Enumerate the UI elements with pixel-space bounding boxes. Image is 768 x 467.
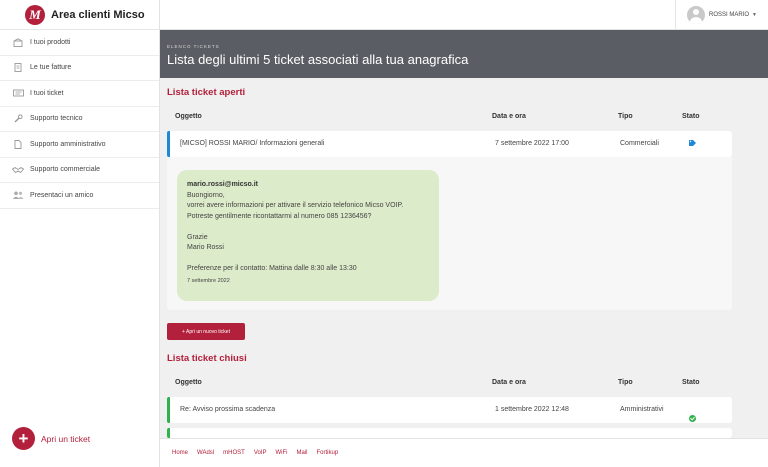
column-header: Stato <box>682 113 700 120</box>
sidebar-item-supporto-amministrativo[interactable]: Supporto amministrativo <box>0 132 159 158</box>
ticket-datetime: 1 settembre 2022 12:48 <box>495 406 569 413</box>
footer-link-wadsl[interactable]: WAdsl <box>197 450 214 456</box>
footer-link-voip[interactable]: VoIP <box>254 450 267 456</box>
footer: Home WAdsl mHOST VoIP WiFi Mail Fortikup <box>160 438 768 467</box>
open-ticket-label: Apri un ticket <box>41 433 91 444</box>
status-bar <box>167 428 170 438</box>
micso-logo-icon: M <box>25 4 45 25</box>
sidebar-item-label: Presentaci un amico <box>30 191 94 199</box>
wrench-icon <box>12 114 24 123</box>
message-sender: mario.rossi@micso.it <box>187 181 259 188</box>
column-header: Oggetto <box>175 113 202 120</box>
ticket-subject: [MICSO] ROSSI MARIO/ Informazioni genera… <box>180 140 325 147</box>
open-tickets-title: Lista ticket aperti <box>167 87 246 98</box>
avatar <box>687 6 705 24</box>
column-header: Tipo <box>618 379 633 386</box>
status-bar <box>167 397 170 423</box>
tag-icon <box>689 140 696 148</box>
brand[interactable]: M Area clienti Micso <box>0 0 159 30</box>
sidebar-item-ticket[interactable]: I tuoi ticket <box>0 81 159 107</box>
ticket-thread: mario.rossi@micso.it Buongiorno, vorrei … <box>167 157 732 310</box>
table-row[interactable]: [MICSO] ROSSI MARIO/ Informazioni genera… <box>167 131 732 157</box>
sidebar: M Area clienti Micso I tuoi prodotti Le … <box>0 0 160 467</box>
column-header: Data e ora <box>492 379 526 386</box>
sidebar-item-fatture[interactable]: Le tue fatture <box>0 56 159 81</box>
message-line: Buongiorno, <box>187 191 225 199</box>
handshake-icon <box>12 165 24 174</box>
footer-link-wifi[interactable]: WiFi <box>276 450 288 456</box>
open-tickets-header: Oggetto Data e ora Tipo Stato <box>167 107 732 127</box>
sidebar-item-label: I tuoi prodotti <box>30 38 71 46</box>
footer-link-home[interactable]: Home <box>172 450 188 456</box>
sidebar-item-presentaci[interactable]: Presentaci un amico <box>0 183 159 209</box>
main-content: Lista ticket aperti Oggetto Data e ora T… <box>160 78 768 438</box>
file-icon <box>12 139 24 149</box>
box-icon <box>12 38 24 47</box>
user-menu[interactable]: ROSSI MARIO ▼ <box>675 0 768 30</box>
caret-down-icon: ▼ <box>752 12 757 18</box>
closed-tickets-header: Oggetto Data e ora Tipo Stato <box>167 373 732 393</box>
column-header: Tipo <box>618 113 633 120</box>
column-header: Oggetto <box>175 379 202 386</box>
ticket-subject: Re: Avviso prossima scadenza <box>180 406 276 413</box>
sidebar-item-supporto-commerciale[interactable]: Supporto commerciale <box>0 158 159 183</box>
message-date: 7 settembre 2022 <box>187 277 230 284</box>
status-bar <box>167 131 170 157</box>
message-preference: Preferenze per il contatto: Mattina dall… <box>187 265 357 272</box>
sidebar-item-label: Supporto commerciale <box>30 166 101 174</box>
page-subtitle: ELENCO TICKETS <box>167 44 220 49</box>
table-row[interactable]: Re: Avviso prossima scadenza 1 settembre… <box>167 397 732 423</box>
message-line: Grazie <box>187 233 208 241</box>
message-line: Mario Rossi <box>187 244 224 251</box>
user-name: ROSSI MARIO <box>709 12 750 18</box>
sidebar-item-prodotti[interactable]: I tuoi prodotti <box>0 30 159 56</box>
sidebar-item-label: Supporto amministrativo <box>30 140 106 148</box>
open-ticket-button[interactable]: + Apri un ticket <box>12 427 90 450</box>
message-bubble: mario.rossi@micso.it Buongiorno, vorrei … <box>177 170 439 301</box>
message-line: vorrei avere informazioni per attivare i… <box>187 202 404 209</box>
topbar: ROSSI MARIO ▼ <box>160 0 768 30</box>
page-title: Lista degli ultimi 5 ticket associati al… <box>167 52 469 67</box>
closed-tickets-title: Lista ticket chiusi <box>167 353 247 364</box>
column-header: Stato <box>682 379 700 386</box>
footer-link-mail[interactable]: Mail <box>297 450 308 456</box>
table-row[interactable] <box>167 428 732 438</box>
users-icon <box>12 191 24 200</box>
document-icon <box>12 63 24 73</box>
sidebar-item-label: I tuoi ticket <box>30 89 64 97</box>
footer-link-mhost[interactable]: mHOST <box>223 450 245 456</box>
ticket-type: Commerciali <box>620 140 659 147</box>
sidebar-item-supporto-tecnico[interactable]: Supporto tecnico <box>0 107 159 132</box>
sidebar-item-label: Le tue fatture <box>30 64 72 72</box>
sidebar-item-label: Supporto tecnico <box>30 115 83 123</box>
sidebar-menu: I tuoi prodotti Le tue fatture I tuoi ti… <box>0 30 159 209</box>
new-ticket-button[interactable]: + Apri un nuovo ticket <box>167 323 245 340</box>
plus-icon: + <box>12 427 35 450</box>
brand-title: Area clienti Micso <box>51 8 145 21</box>
column-header: Data e ora <box>492 113 526 120</box>
ticket-icon <box>12 89 24 98</box>
page-header: ELENCO TICKETS Lista degli ultimi 5 tick… <box>160 30 768 78</box>
ticket-datetime: 7 settembre 2022 17:00 <box>495 140 569 147</box>
ticket-type: Amministrativi <box>620 406 664 413</box>
footer-link-fortikup[interactable]: Fortikup <box>317 450 339 456</box>
message-line: Potreste gentilmente ricontattarmi al nu… <box>187 212 372 220</box>
